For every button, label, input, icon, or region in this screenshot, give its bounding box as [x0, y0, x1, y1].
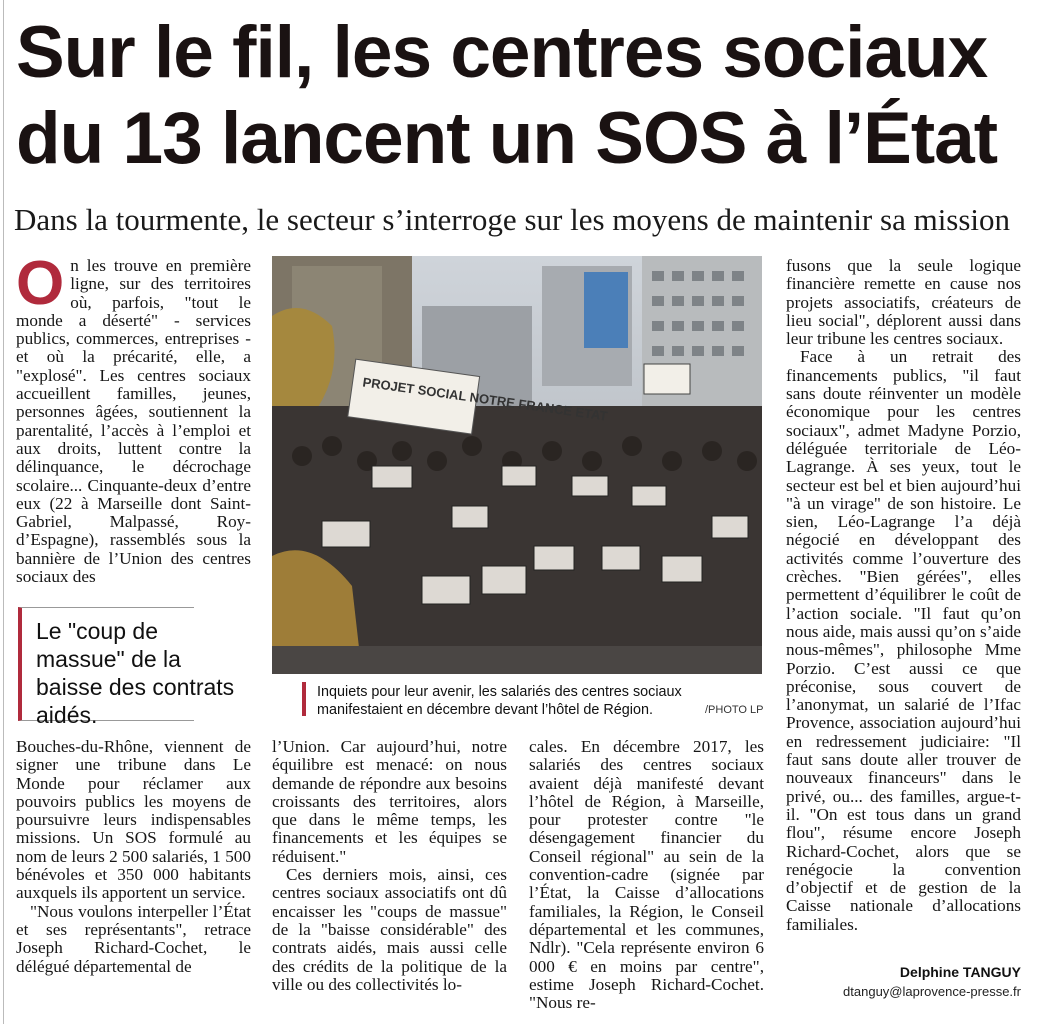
paragraph: cales. En décembre 2017, les salariés de… — [529, 737, 764, 1013]
drop-cap: O — [16, 249, 65, 318]
author-byline: Delphine TANGUY — [899, 964, 1021, 980]
paragraph: Face à un retrait des financements publi… — [786, 347, 1021, 934]
caption-accent-bar — [302, 682, 306, 716]
column-3: cales. En décembre 2017, les salariés de… — [529, 737, 764, 1013]
headline-line-2: du 13 lancent un SOS à l’État — [16, 98, 998, 179]
paragraph: "Nous voulons interpeller l’État et ses … — [16, 901, 251, 976]
paragraph: Ces derniers mois, ainsi, ces centres so… — [272, 865, 507, 994]
column-1-bottom: Bouches-du-Rhône, viennent de signer une… — [16, 737, 251, 976]
protest-photo-illustration: PROJET SOCIAL NOTRE FRANCE ETAT — [272, 256, 762, 674]
photo-credit: /PHOTO LP — [705, 704, 764, 716]
news-photo: PROJET SOCIAL NOTRE FRANCE ETAT — [272, 256, 762, 674]
headline: Sur le fil, les centres sociaux du 13 la… — [16, 10, 1036, 182]
subheadline: Dans la tourmente, le secteur s’interrog… — [14, 202, 1011, 237]
page-margin-rule — [3, 0, 4, 1024]
paragraph: fusons que la seule logique financière r… — [786, 256, 1021, 349]
photo-caption: Inquiets pour leur avenir, les salariés … — [317, 684, 682, 718]
pull-quote: Le "coup de massue" de la baisse des con… — [36, 618, 235, 728]
column-2: l’Union. Car aujourd’hui, notre équilibr… — [272, 737, 507, 994]
paragraph: Bouches-du-Rhône, viennent de signer une… — [16, 737, 251, 903]
paragraph: l’Union. Car aujourd’hui, notre équilibr… — [272, 737, 507, 866]
author-email[interactable]: dtanguy@laprovence-presse.fr — [826, 984, 1021, 999]
headline-line-1: Sur le fil, les centres sociaux — [16, 12, 988, 93]
column-1-top: O n les trouve en première ligne, sur de… — [16, 249, 251, 586]
column-4: fusons que la seule logique financière r… — [786, 256, 1021, 934]
